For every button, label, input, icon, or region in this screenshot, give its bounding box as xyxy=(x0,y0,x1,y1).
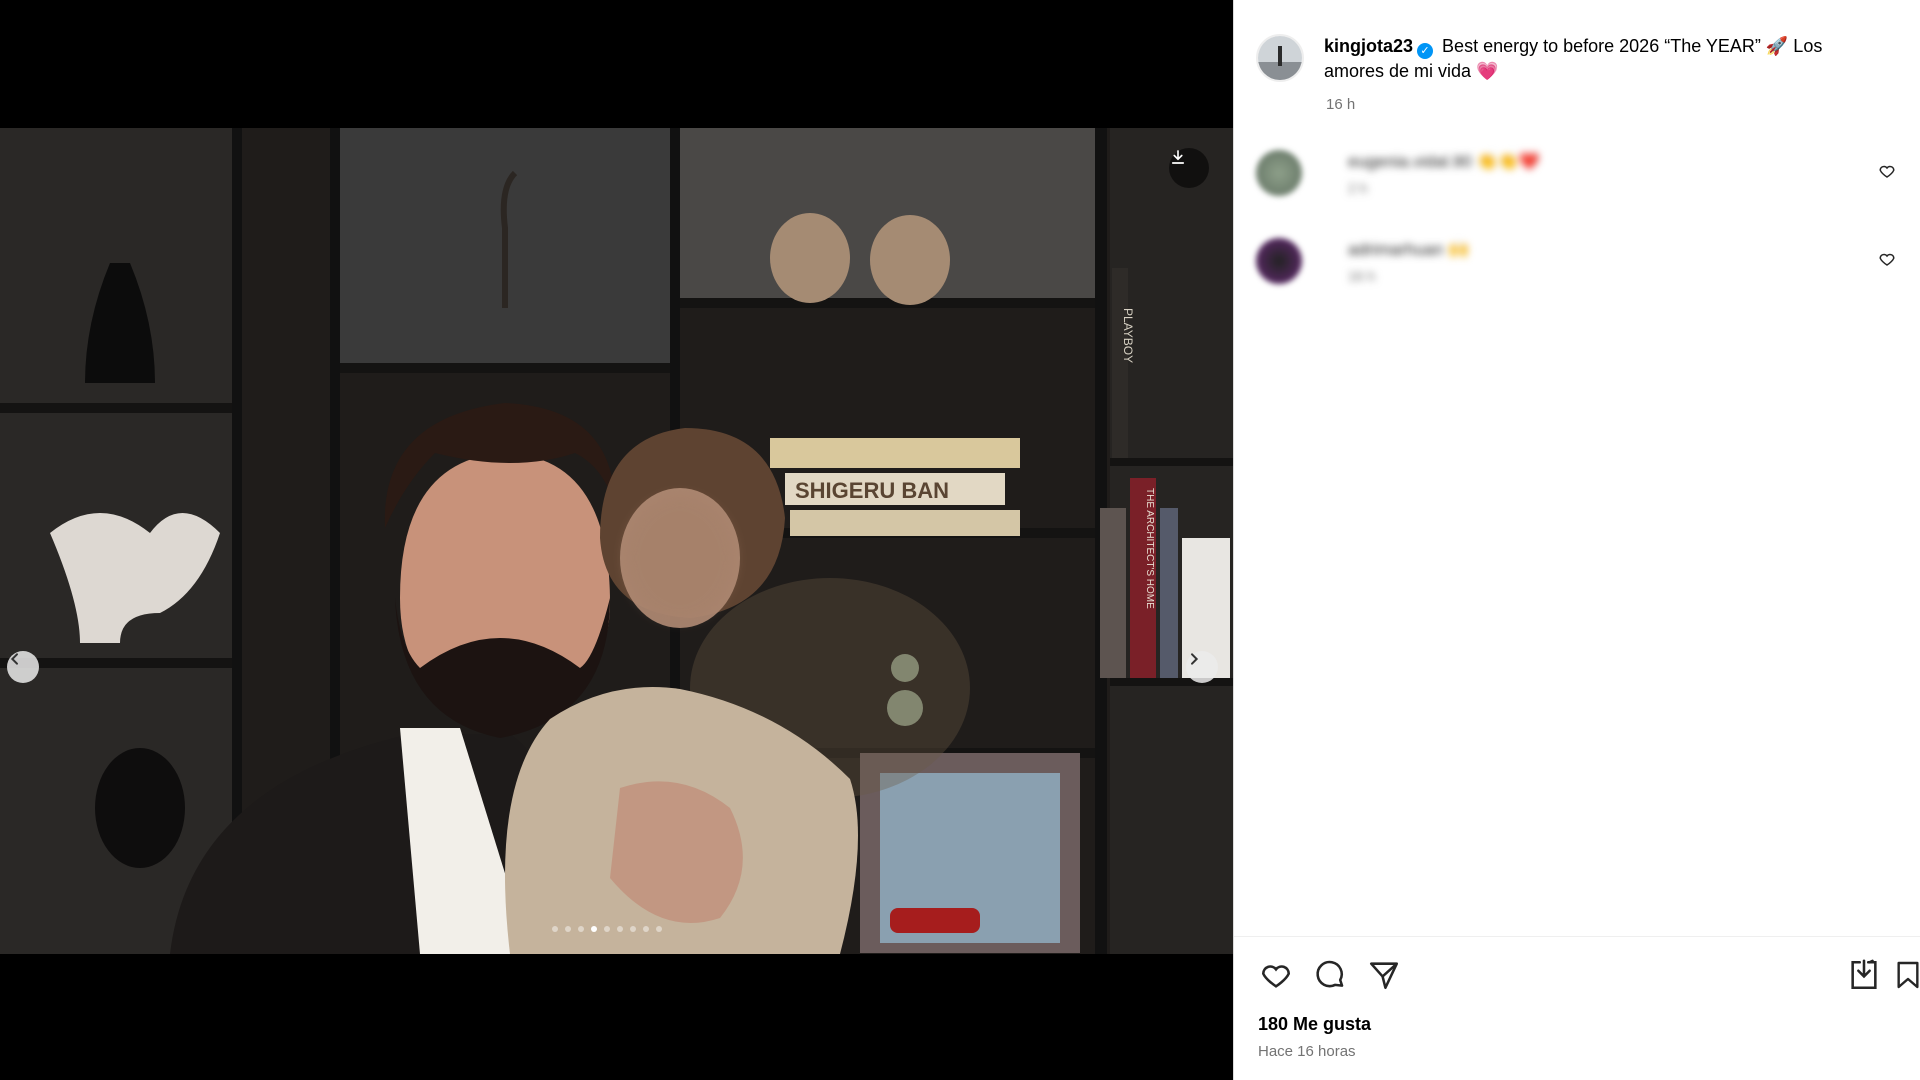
carousel-dot xyxy=(630,926,636,932)
heart-icon xyxy=(1261,965,1291,988)
comment-like-button[interactable] xyxy=(1878,162,1896,185)
carousel-dot xyxy=(656,926,662,932)
comment-item: eugenia.vidal.90 👏👏❤️ 2 h xyxy=(1256,150,1896,210)
photo-illustration: SHIGERU BAN PLAYBOY THE ARCHITECT'S HOME xyxy=(0,128,1233,954)
comment-username[interactable]: adrimarhuan xyxy=(1348,240,1443,259)
bookmark-icon xyxy=(1897,961,1919,989)
carousel-dot xyxy=(552,926,558,932)
comment-button[interactable] xyxy=(1310,955,1350,995)
comment-item: adrimarhuan 🙌 16 h xyxy=(1256,238,1896,298)
carousel-dot xyxy=(617,926,623,932)
post-side-panel: kingjota23 ✓ Best energy to before 2026 “… xyxy=(1233,0,1920,1080)
comment-like-button[interactable] xyxy=(1878,250,1896,273)
post-media-area: SHIGERU BAN PLAYBOY THE ARCHITECT'S HOME xyxy=(0,0,1233,1080)
chevron-right-icon xyxy=(1191,653,1199,665)
avatar[interactable] xyxy=(1256,34,1304,82)
share-button[interactable] xyxy=(1364,955,1404,995)
photo-book-spine-2: PLAYBOY xyxy=(1121,308,1135,363)
carousel-dot xyxy=(578,926,584,932)
share-icon xyxy=(1369,962,1399,990)
comment-username[interactable]: eugenia.vidal.90 xyxy=(1348,152,1472,171)
next-slide-button[interactable] xyxy=(1186,651,1218,683)
carousel-dot xyxy=(565,926,571,932)
photo-book-spine-1: SHIGERU BAN xyxy=(795,478,949,503)
post-caption: kingjota23 ✓ Best energy to before 2026 “… xyxy=(1256,34,1880,84)
carousel-dot xyxy=(591,926,597,932)
like-button[interactable] xyxy=(1256,955,1296,995)
avatar[interactable] xyxy=(1256,238,1302,284)
carousel-dot xyxy=(604,926,610,932)
comment-time: 16 h xyxy=(1348,268,1376,284)
like-count[interactable]: 180 Me gusta xyxy=(1258,1014,1371,1035)
previous-slide-button[interactable] xyxy=(7,651,39,683)
download-button[interactable] xyxy=(1169,148,1209,188)
bookmark-button[interactable] xyxy=(1888,955,1920,995)
download-icon xyxy=(1171,150,1185,164)
verified-badge-icon: ✓ xyxy=(1417,43,1434,59)
posted-time-ago: Hace 16 horas xyxy=(1258,1043,1356,1060)
photo-book-spine-3: THE ARCHITECT'S HOME xyxy=(1144,488,1155,609)
save-to-collection-button[interactable] xyxy=(1844,955,1884,995)
post-username[interactable]: kingjota23 xyxy=(1324,36,1413,56)
post-photo: SHIGERU BAN PLAYBOY THE ARCHITECT'S HOME xyxy=(0,128,1233,954)
comment-text: 🙌 xyxy=(1448,240,1470,259)
comment-text: 👏👏❤️ xyxy=(1476,152,1541,171)
comment-icon xyxy=(1316,960,1344,988)
save-to-collection-icon xyxy=(1851,959,1877,990)
avatar[interactable] xyxy=(1256,150,1302,196)
carousel-dot xyxy=(643,926,649,932)
chevron-left-icon xyxy=(10,653,18,665)
divider xyxy=(1234,936,1920,937)
carousel-indicators xyxy=(552,926,662,932)
action-bar xyxy=(1256,955,1919,995)
heart-icon xyxy=(1879,165,1895,178)
post-time: 16 h xyxy=(1326,96,1356,113)
comment-time: 2 h xyxy=(1348,180,1368,196)
heart-icon xyxy=(1879,253,1895,266)
